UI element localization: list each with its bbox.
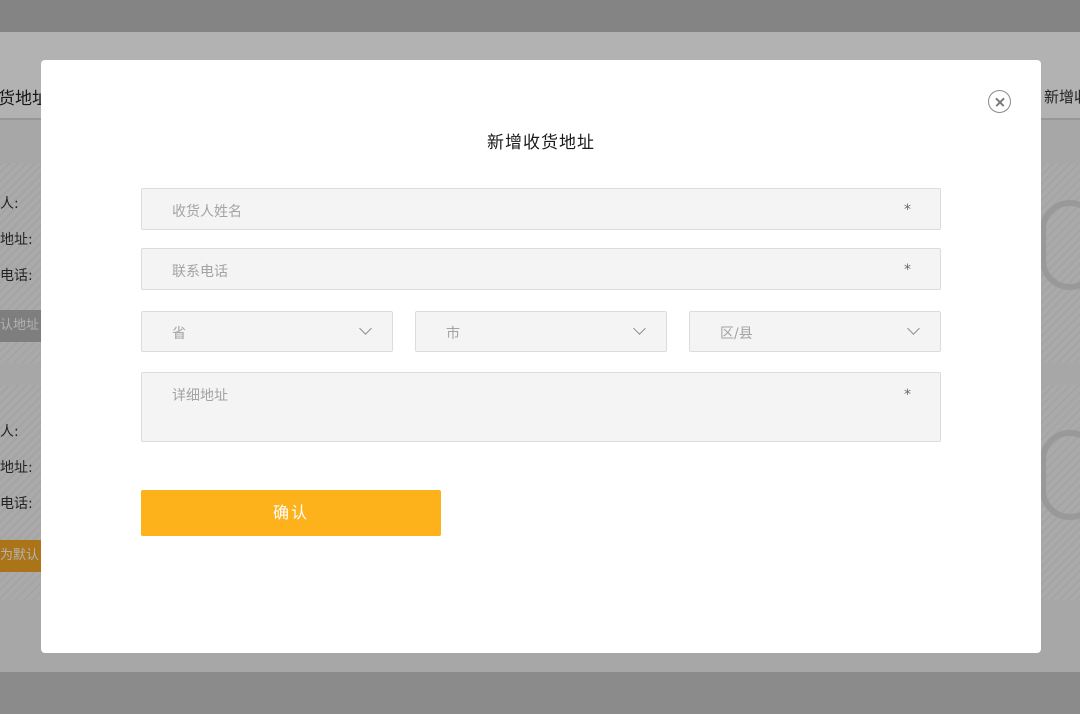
close-icon[interactable] (988, 90, 1011, 113)
detail-address-placeholder: 详细地址 (172, 388, 228, 404)
required-mark: * (904, 387, 911, 403)
chevron-down-icon (907, 322, 920, 335)
add-address-dialog: 新增收货地址 收货人姓名 * 联系电话 * 省 市 区/县 详细地址 * 确认 (41, 60, 1041, 653)
receiver-name-placeholder: 收货人姓名 (172, 204, 242, 220)
phone-placeholder: 联系电话 (172, 264, 228, 280)
province-select[interactable]: 省 (141, 311, 393, 352)
receiver-name-input[interactable]: 收货人姓名 * (141, 188, 941, 230)
chevron-down-icon (359, 322, 372, 335)
chevron-down-icon (633, 322, 646, 335)
required-mark: * (904, 202, 911, 218)
province-label: 省 (172, 326, 186, 342)
phone-input[interactable]: 联系电话 * (141, 248, 941, 290)
confirm-button[interactable]: 确认 (141, 490, 441, 536)
detail-address-textarea[interactable]: 详细地址 * (141, 372, 941, 442)
district-label: 区/县 (720, 326, 753, 342)
dialog-title: 新增收货地址 (487, 133, 595, 153)
required-mark: * (904, 262, 911, 278)
city-select[interactable]: 市 (415, 311, 667, 352)
city-label: 市 (446, 326, 460, 342)
district-select[interactable]: 区/县 (689, 311, 941, 352)
